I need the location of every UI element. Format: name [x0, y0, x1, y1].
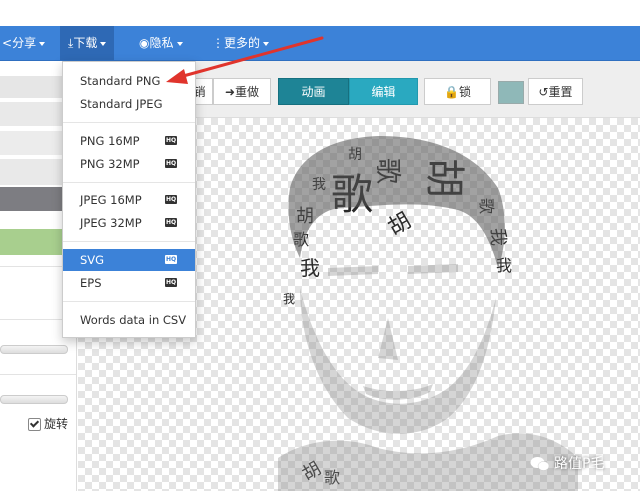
download-dropdown-menu: Standard PNG Standard JPEG PNG 16MP HQ PN…: [62, 61, 196, 338]
rotate-option[interactable]: 旋转: [28, 415, 68, 433]
menu-item-label: SVG: [80, 253, 105, 267]
menu-item-label: Standard PNG: [80, 74, 161, 88]
nav-download-menu[interactable]: ⤓下载: [60, 26, 115, 60]
animate-label: 动画: [301, 85, 326, 99]
hq-badge: HQ: [165, 195, 177, 204]
menu-divider: [63, 301, 195, 302]
menu-item-label: EPS: [80, 276, 102, 290]
divider: [0, 374, 76, 375]
redo-label: 重做: [235, 85, 260, 99]
menu-item-jpeg-16mp[interactable]: JPEG 16MP HQ: [63, 189, 195, 211]
lock-label: 锁: [458, 85, 471, 99]
hq-badge: HQ: [165, 159, 177, 168]
menu-item-label: JPEG 16MP: [80, 193, 142, 207]
redo-icon: ➜: [224, 85, 236, 99]
menu-item-png-32mp[interactable]: PNG 32MP HQ: [63, 153, 195, 175]
reset-button[interactable]: ↺重置: [528, 78, 583, 105]
nav-more-menu[interactable]: ⋮更多的: [212, 26, 270, 60]
reset-icon: ↺: [538, 85, 549, 99]
menu-item-standard-png[interactable]: Standard PNG: [63, 70, 195, 92]
hq-badge: HQ: [165, 218, 177, 227]
rotate-checkbox[interactable]: [28, 418, 41, 431]
top-navigation: <分享 ⤓下载 ◉隐私 ⋮更多的: [0, 0, 640, 61]
animate-button[interactable]: 动画: [278, 78, 349, 105]
lock-button[interactable]: 🔒锁: [424, 78, 491, 105]
reset-label: 重置: [548, 85, 573, 99]
share-icon: <: [2, 36, 13, 50]
nav-share-label: 分享: [12, 36, 37, 50]
menu-item-standard-jpeg[interactable]: Standard JPEG: [63, 93, 195, 115]
wechat-icon: [530, 457, 550, 471]
nav-bar: <分享 ⤓下载 ◉隐私 ⋮更多的: [0, 26, 640, 61]
edit-button[interactable]: 编辑: [349, 78, 418, 105]
more-icon: ⋮: [212, 36, 224, 50]
menu-item-words-csv[interactable]: Words data in CSV: [63, 309, 195, 331]
menu-divider: [63, 241, 195, 242]
menu-item-eps[interactable]: EPS HQ: [63, 272, 195, 294]
chevron-down-icon: [39, 41, 46, 46]
menu-item-label: JPEG 32MP: [80, 216, 142, 230]
menu-item-label: PNG 16MP: [80, 134, 140, 148]
nav-privacy-menu[interactable]: ◉隐私: [139, 26, 183, 60]
lock-icon: 🔒: [444, 85, 459, 99]
nav-privacy-label: 隐私: [149, 36, 174, 50]
color-swatch[interactable]: [498, 81, 524, 104]
slider[interactable]: [0, 345, 68, 354]
menu-item-png-16mp[interactable]: PNG 16MP HQ: [63, 130, 195, 152]
chevron-down-icon: [263, 41, 270, 46]
watermark-text: 路值P毛: [554, 456, 605, 472]
menu-item-label: PNG 32MP: [80, 157, 140, 171]
hq-badge: HQ: [165, 136, 177, 145]
nav-download-label: 下载: [73, 36, 98, 50]
menu-item-jpeg-32mp[interactable]: JPEG 32MP HQ: [63, 212, 195, 234]
edit-label: 编辑: [371, 85, 396, 99]
hq-badge: HQ: [165, 255, 177, 264]
chevron-down-icon: [176, 41, 183, 46]
hq-badge: HQ: [165, 278, 177, 287]
menu-divider: [63, 122, 195, 123]
menu-divider: [63, 182, 195, 183]
nav-share-menu[interactable]: <分享: [0, 26, 46, 60]
nav-more-label: 更多的: [224, 36, 261, 50]
menu-item-label: Standard JPEG: [80, 97, 163, 111]
rotate-label: 旋转: [44, 417, 69, 431]
wechat-watermark: 路值P毛: [530, 451, 604, 477]
menu-item-svg[interactable]: SVG HQ: [63, 249, 195, 271]
chevron-down-icon: [100, 41, 107, 46]
menu-item-label: Words data in CSV: [80, 313, 187, 327]
redo-button[interactable]: ➜重做: [213, 78, 271, 105]
eye-icon: ◉: [139, 36, 150, 50]
slider[interactable]: [0, 395, 68, 404]
